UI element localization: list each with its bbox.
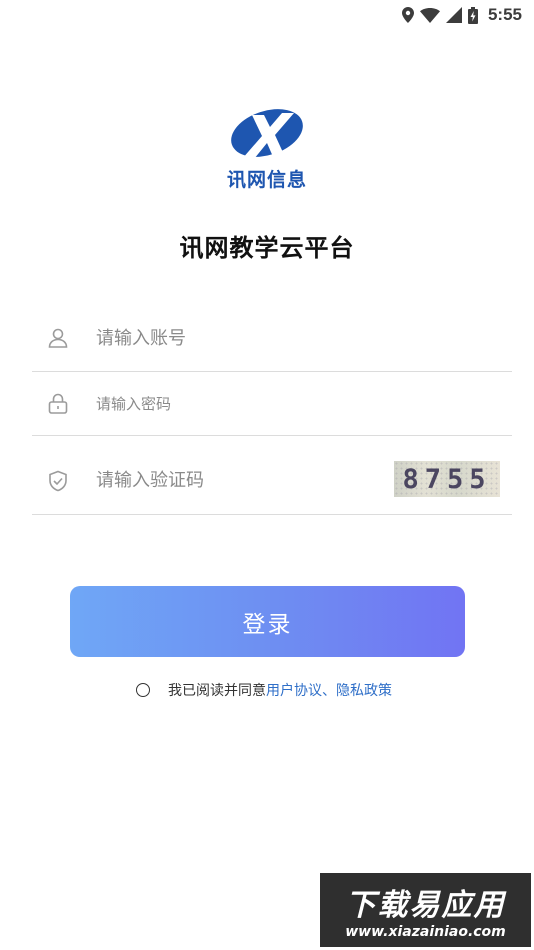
watermark-url: www.xiazainiao.com bbox=[345, 924, 506, 940]
account-input[interactable] bbox=[94, 305, 392, 371]
agreement-separator: 、 bbox=[322, 683, 336, 699]
status-bar: 5:55 bbox=[0, 0, 534, 30]
agreement-row: 我已阅读并同意 用户协议 、 隐私政策 bbox=[136, 680, 392, 700]
logo-text: 讯网信息 bbox=[226, 169, 307, 191]
captcha-text: 8755 bbox=[402, 463, 492, 495]
password-input[interactable] bbox=[94, 373, 392, 435]
user-icon bbox=[48, 328, 68, 348]
location-icon bbox=[401, 7, 414, 23]
brand-logo: 讯网信息 bbox=[0, 105, 534, 192]
verification-code-input[interactable] bbox=[94, 447, 392, 514]
page-title: 讯网教学云平台 bbox=[179, 234, 355, 262]
account-field bbox=[32, 305, 512, 372]
password-field bbox=[32, 373, 512, 436]
shield-check-icon bbox=[49, 470, 67, 491]
watermark: 下载易应用 www.xiazainiao.com bbox=[320, 873, 531, 947]
signal-icon bbox=[445, 7, 462, 23]
verification-code-field: 8755 bbox=[32, 447, 512, 515]
agreement-checkbox[interactable] bbox=[136, 683, 150, 697]
wifi-icon bbox=[419, 7, 440, 23]
watermark-title: 下载易应用 bbox=[345, 888, 506, 923]
captcha-image[interactable]: 8755 bbox=[394, 461, 500, 497]
agreement-prefix: 我已阅读并同意 bbox=[168, 683, 266, 699]
lock-icon bbox=[48, 393, 68, 414]
user-agreement-link[interactable]: 用户协议 bbox=[266, 680, 322, 700]
login-button[interactable]: 登录 bbox=[70, 586, 465, 657]
privacy-policy-link[interactable]: 隐私政策 bbox=[336, 680, 392, 700]
logo-x-icon bbox=[231, 109, 303, 159]
battery-icon bbox=[467, 6, 478, 24]
status-time: 5:55 bbox=[487, 5, 522, 24]
